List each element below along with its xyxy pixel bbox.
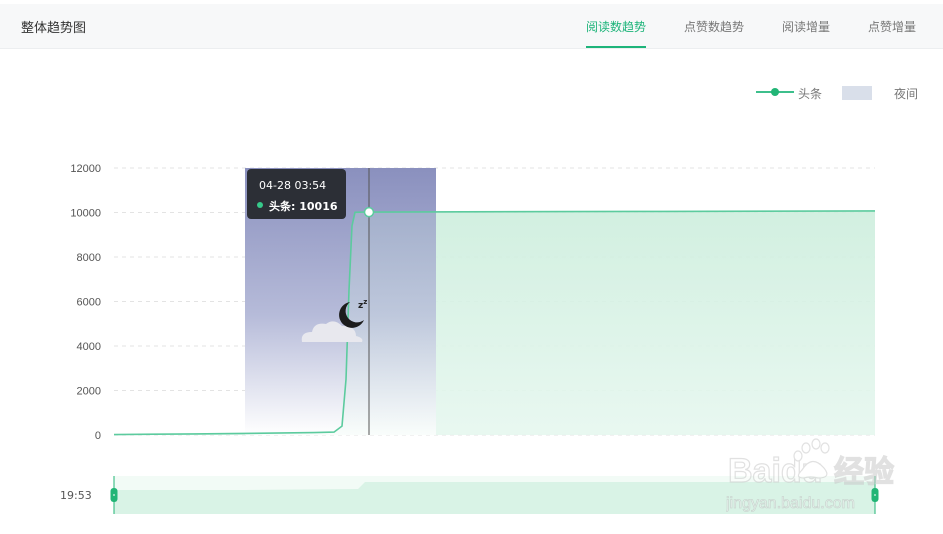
tooltip-time: 04-28 03:54	[259, 179, 327, 192]
y-tick-label: 4000	[77, 341, 101, 353]
sleep-zz-icon: zz	[358, 298, 368, 311]
y-tick-label: 0	[95, 430, 101, 442]
y-tick-label: 2000	[77, 386, 101, 398]
y-tick-label: 10000	[70, 208, 101, 220]
tooltip-series-value: 头条: 10016	[269, 200, 338, 213]
slider-start-time: 19:53	[60, 489, 92, 502]
y-tick-label: 6000	[77, 297, 101, 309]
series-area	[114, 210, 875, 435]
tooltip-series-marker	[257, 202, 263, 208]
data-tooltip: 04-28 03:54 头条: 10016	[247, 169, 346, 219]
trend-chart: 12000 10000 8000 6000 4000 2000 0	[70, 163, 879, 514]
y-tick-label: 8000	[77, 252, 101, 264]
y-tick-label: 12000	[70, 163, 101, 175]
highlight-point	[363, 206, 375, 218]
